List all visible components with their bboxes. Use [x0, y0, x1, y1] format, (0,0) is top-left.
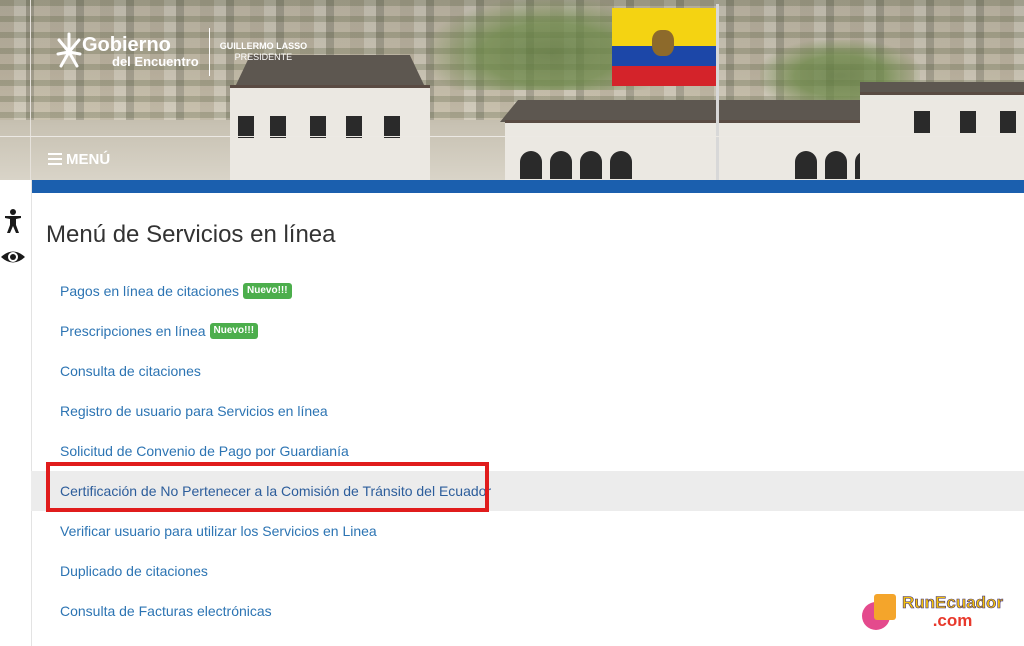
list-item: Registro de usuario para Servicios en lí… [31, 391, 1024, 431]
services-menu: Pagos en línea de citaciones Nuevo!!! Pr… [31, 271, 1024, 631]
menu-label: MENÚ [66, 150, 111, 168]
header-accent-bar [31, 180, 1024, 193]
list-item: Pagos en línea de citaciones Nuevo!!! [31, 271, 1024, 311]
service-link-facturas[interactable]: Consulta de Facturas electrónicas [60, 603, 272, 619]
watermark-logo: RunEcuador .com [862, 593, 1004, 630]
logo-divider [208, 28, 210, 76]
page-title: Menú de Servicios en línea [46, 221, 336, 248]
list-item: Verificar usuario para utilizar los Serv… [31, 511, 1024, 551]
accessibility-sidebar [0, 180, 32, 646]
watermark-line2: .com [932, 611, 973, 630]
president-title: PRESIDENTE [234, 52, 293, 62]
divider [0, 136, 1024, 137]
highlight-annotation-box [46, 462, 489, 512]
watermark-line1: RunEcuador [902, 593, 1004, 612]
flag-pole [716, 4, 719, 180]
service-link-convenio-pago[interactable]: Solicitud de Convenio de Pago por Guardi… [60, 443, 349, 459]
logo-title: Gobierno [82, 34, 171, 56]
divider [30, 0, 31, 180]
sun-logo-icon [56, 28, 82, 76]
document-icon [862, 594, 898, 630]
ecuador-flag [612, 8, 716, 86]
logo-subtitle: del Encuentro [112, 54, 199, 69]
eye-icon[interactable] [0, 246, 26, 268]
service-link-registro-usuario[interactable]: Registro de usuario para Servicios en lí… [60, 403, 328, 419]
list-item: Prescripciones en línea Nuevo!!! [31, 311, 1024, 351]
new-badge: Nuevo!!! [243, 283, 292, 299]
government-logo[interactable]: Gobierno del Encuentro GUILLERMO LASSO P… [56, 28, 307, 76]
service-link-prescripciones[interactable]: Prescripciones en línea [60, 323, 206, 339]
new-badge: Nuevo!!! [209, 323, 259, 339]
list-item: Consulta de citaciones [31, 351, 1024, 391]
building [230, 85, 430, 180]
service-link-consulta-citaciones[interactable]: Consulta de citaciones [60, 363, 201, 379]
header-banner: Gobierno del Encuentro GUILLERMO LASSO P… [0, 0, 1024, 180]
hamburger-icon [48, 150, 62, 168]
president-name: GUILLERMO LASSO [219, 41, 308, 51]
service-link-duplicado[interactable]: Duplicado de citaciones [60, 563, 208, 579]
menu-button[interactable]: MENÚ [48, 150, 110, 168]
service-link-pagos[interactable]: Pagos en línea de citaciones [60, 283, 239, 299]
service-link-verificar-usuario[interactable]: Verificar usuario para utilizar los Serv… [60, 523, 377, 539]
list-item: Duplicado de citaciones [31, 551, 1024, 591]
accessibility-icon[interactable] [2, 208, 24, 234]
